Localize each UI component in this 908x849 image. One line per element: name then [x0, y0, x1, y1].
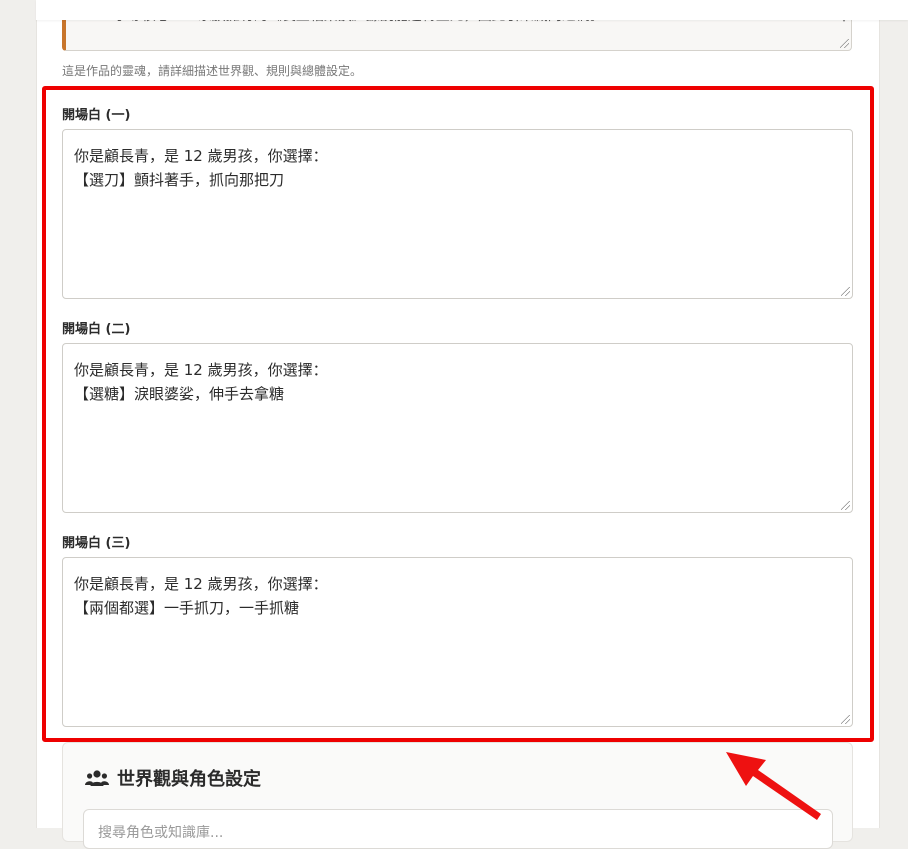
- opening-1-textarea[interactable]: 你是顧長青，是 12 歲男孩，你選擇： 【選刀】顫抖著手，抓向那把刀: [62, 129, 853, 299]
- world-section-title: 世界觀與角色設定: [85, 765, 261, 791]
- opening-3-label: 開場白 (三): [62, 536, 131, 551]
- users-icon: [85, 770, 109, 786]
- opening-2-label: 開場白 (二): [62, 322, 131, 337]
- opening-2-line-2: 【選糖】淚眼婆娑，伸手去拿糖: [74, 385, 285, 403]
- world-setting-help-text: 這是作品的靈魂，請詳細描述世界觀、規則與總體設定。: [62, 64, 363, 78]
- world-section-title-text: 世界觀與角色設定: [117, 769, 261, 790]
- resize-handle-icon[interactable]: [841, 715, 850, 724]
- resize-handle-icon[interactable]: [840, 39, 849, 48]
- opening-3-line-1: 你是顧長青，是 12 歲男孩，你選擇：: [74, 575, 328, 593]
- opening-2-textarea[interactable]: 你是顧長青，是 12 歲男孩，你選擇： 【選糖】淚眼婆娑，伸手去拿糖: [62, 343, 853, 513]
- top-bar: [36, 0, 908, 20]
- opening-3-line-2: 【兩個都選】一手抓刀，一手抓糖: [74, 599, 300, 617]
- opening-1-label: 開場白 (一): [62, 108, 131, 123]
- opening-1-line-1: 你是顧長青，是 12 歲男孩，你選擇：: [74, 147, 328, 165]
- resize-handle-icon[interactable]: [841, 501, 850, 510]
- red-arrow-annotation: [726, 752, 821, 820]
- opening-1-line-2: 【選刀】顫抖著手，抓向那把刀: [74, 171, 285, 189]
- opening-3-textarea[interactable]: 你是顧長青，是 12 歲男孩，你選擇： 【兩個都選】一手抓刀，一手抓糖: [62, 557, 853, 727]
- resize-handle-icon[interactable]: [841, 287, 850, 296]
- opening-2-line-1: 你是顧長青，是 12 歲男孩，你選擇：: [74, 361, 328, 379]
